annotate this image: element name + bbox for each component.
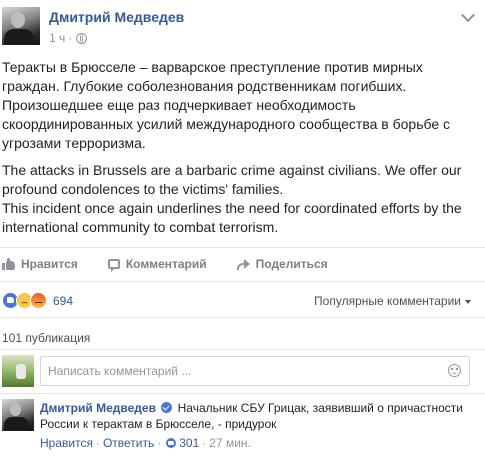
verified-badge-icon [161, 402, 173, 413]
author-avatar[interactable] [2, 7, 40, 45]
comment-author[interactable]: Дмитрий Медведев [40, 401, 156, 415]
divider [0, 393, 485, 394]
chevron-down-icon[interactable] [460, 7, 476, 23]
author-name[interactable]: Дмитрий Медведев [49, 9, 184, 25]
emoji-icon[interactable] [448, 364, 461, 377]
comment-reply-link[interactable]: Ответить [103, 436, 154, 450]
separator: · [95, 436, 100, 450]
post-meta: 1 ч · [49, 31, 88, 45]
share-count[interactable]: 101 публикация [2, 331, 90, 345]
separator: · [202, 436, 207, 450]
meta-separator: · [68, 31, 73, 45]
comment-avatar[interactable] [2, 399, 34, 431]
separator: · [157, 436, 162, 450]
viewer-avatar [2, 355, 34, 387]
post-time[interactable]: 1 ч [49, 31, 65, 45]
reactions-summary[interactable]: 694 [2, 292, 73, 309]
divider [0, 349, 485, 350]
angry-reaction-icon [30, 292, 47, 309]
comment-like-link[interactable]: Нравится [40, 436, 93, 450]
globe-icon[interactable] [76, 32, 88, 44]
divider [0, 247, 485, 248]
divider [0, 281, 485, 282]
post-paragraph-ru: Теракты в Брюсселе – варварское преступл… [2, 59, 451, 151]
comment-sort-dropdown[interactable]: Популярные комментарии [314, 294, 471, 308]
caret-down-icon [465, 299, 471, 304]
comment-button[interactable]: Комментарий [107, 257, 207, 272]
share-label: Поделиться [255, 257, 328, 271]
comment: Дмитрий Медведев Начальник СБУ Грицак, з… [40, 400, 480, 432]
reaction-count[interactable]: 694 [53, 294, 73, 308]
share-arrow-icon [236, 258, 250, 270]
comment-time[interactable]: 27 мин. [209, 436, 251, 450]
comment-like-count[interactable]: 301 [179, 436, 199, 450]
comment-label: Комментарий [125, 257, 207, 271]
share-button[interactable]: Поделиться [236, 257, 328, 271]
sort-label: Популярные комментарии [314, 294, 461, 308]
post-paragraph-en-2: This incident once again underlines the … [2, 200, 462, 235]
like-button[interactable]: Нравится [2, 257, 78, 271]
comment-icon [107, 259, 120, 272]
comment-input[interactable] [48, 363, 428, 379]
action-bar: Нравится Комментарий Поделиться [2, 257, 358, 272]
post-text: Теракты в Брюсселе – варварское преступл… [2, 58, 480, 245]
comment-actions: Нравится · Ответить · 301 · 27 мин. [40, 436, 251, 450]
comment-composer[interactable] [40, 356, 470, 386]
like-reaction-icon [166, 438, 177, 448]
like-label: Нравится [21, 257, 78, 271]
facebook-post: Дмитрий Медведев 1 ч · Теракты в Брюссел… [0, 0, 485, 460]
post-paragraph-en-1: The attacks in Brussels are a barbaric c… [2, 162, 462, 197]
divider [0, 317, 485, 318]
thumbs-up-icon [2, 258, 15, 270]
